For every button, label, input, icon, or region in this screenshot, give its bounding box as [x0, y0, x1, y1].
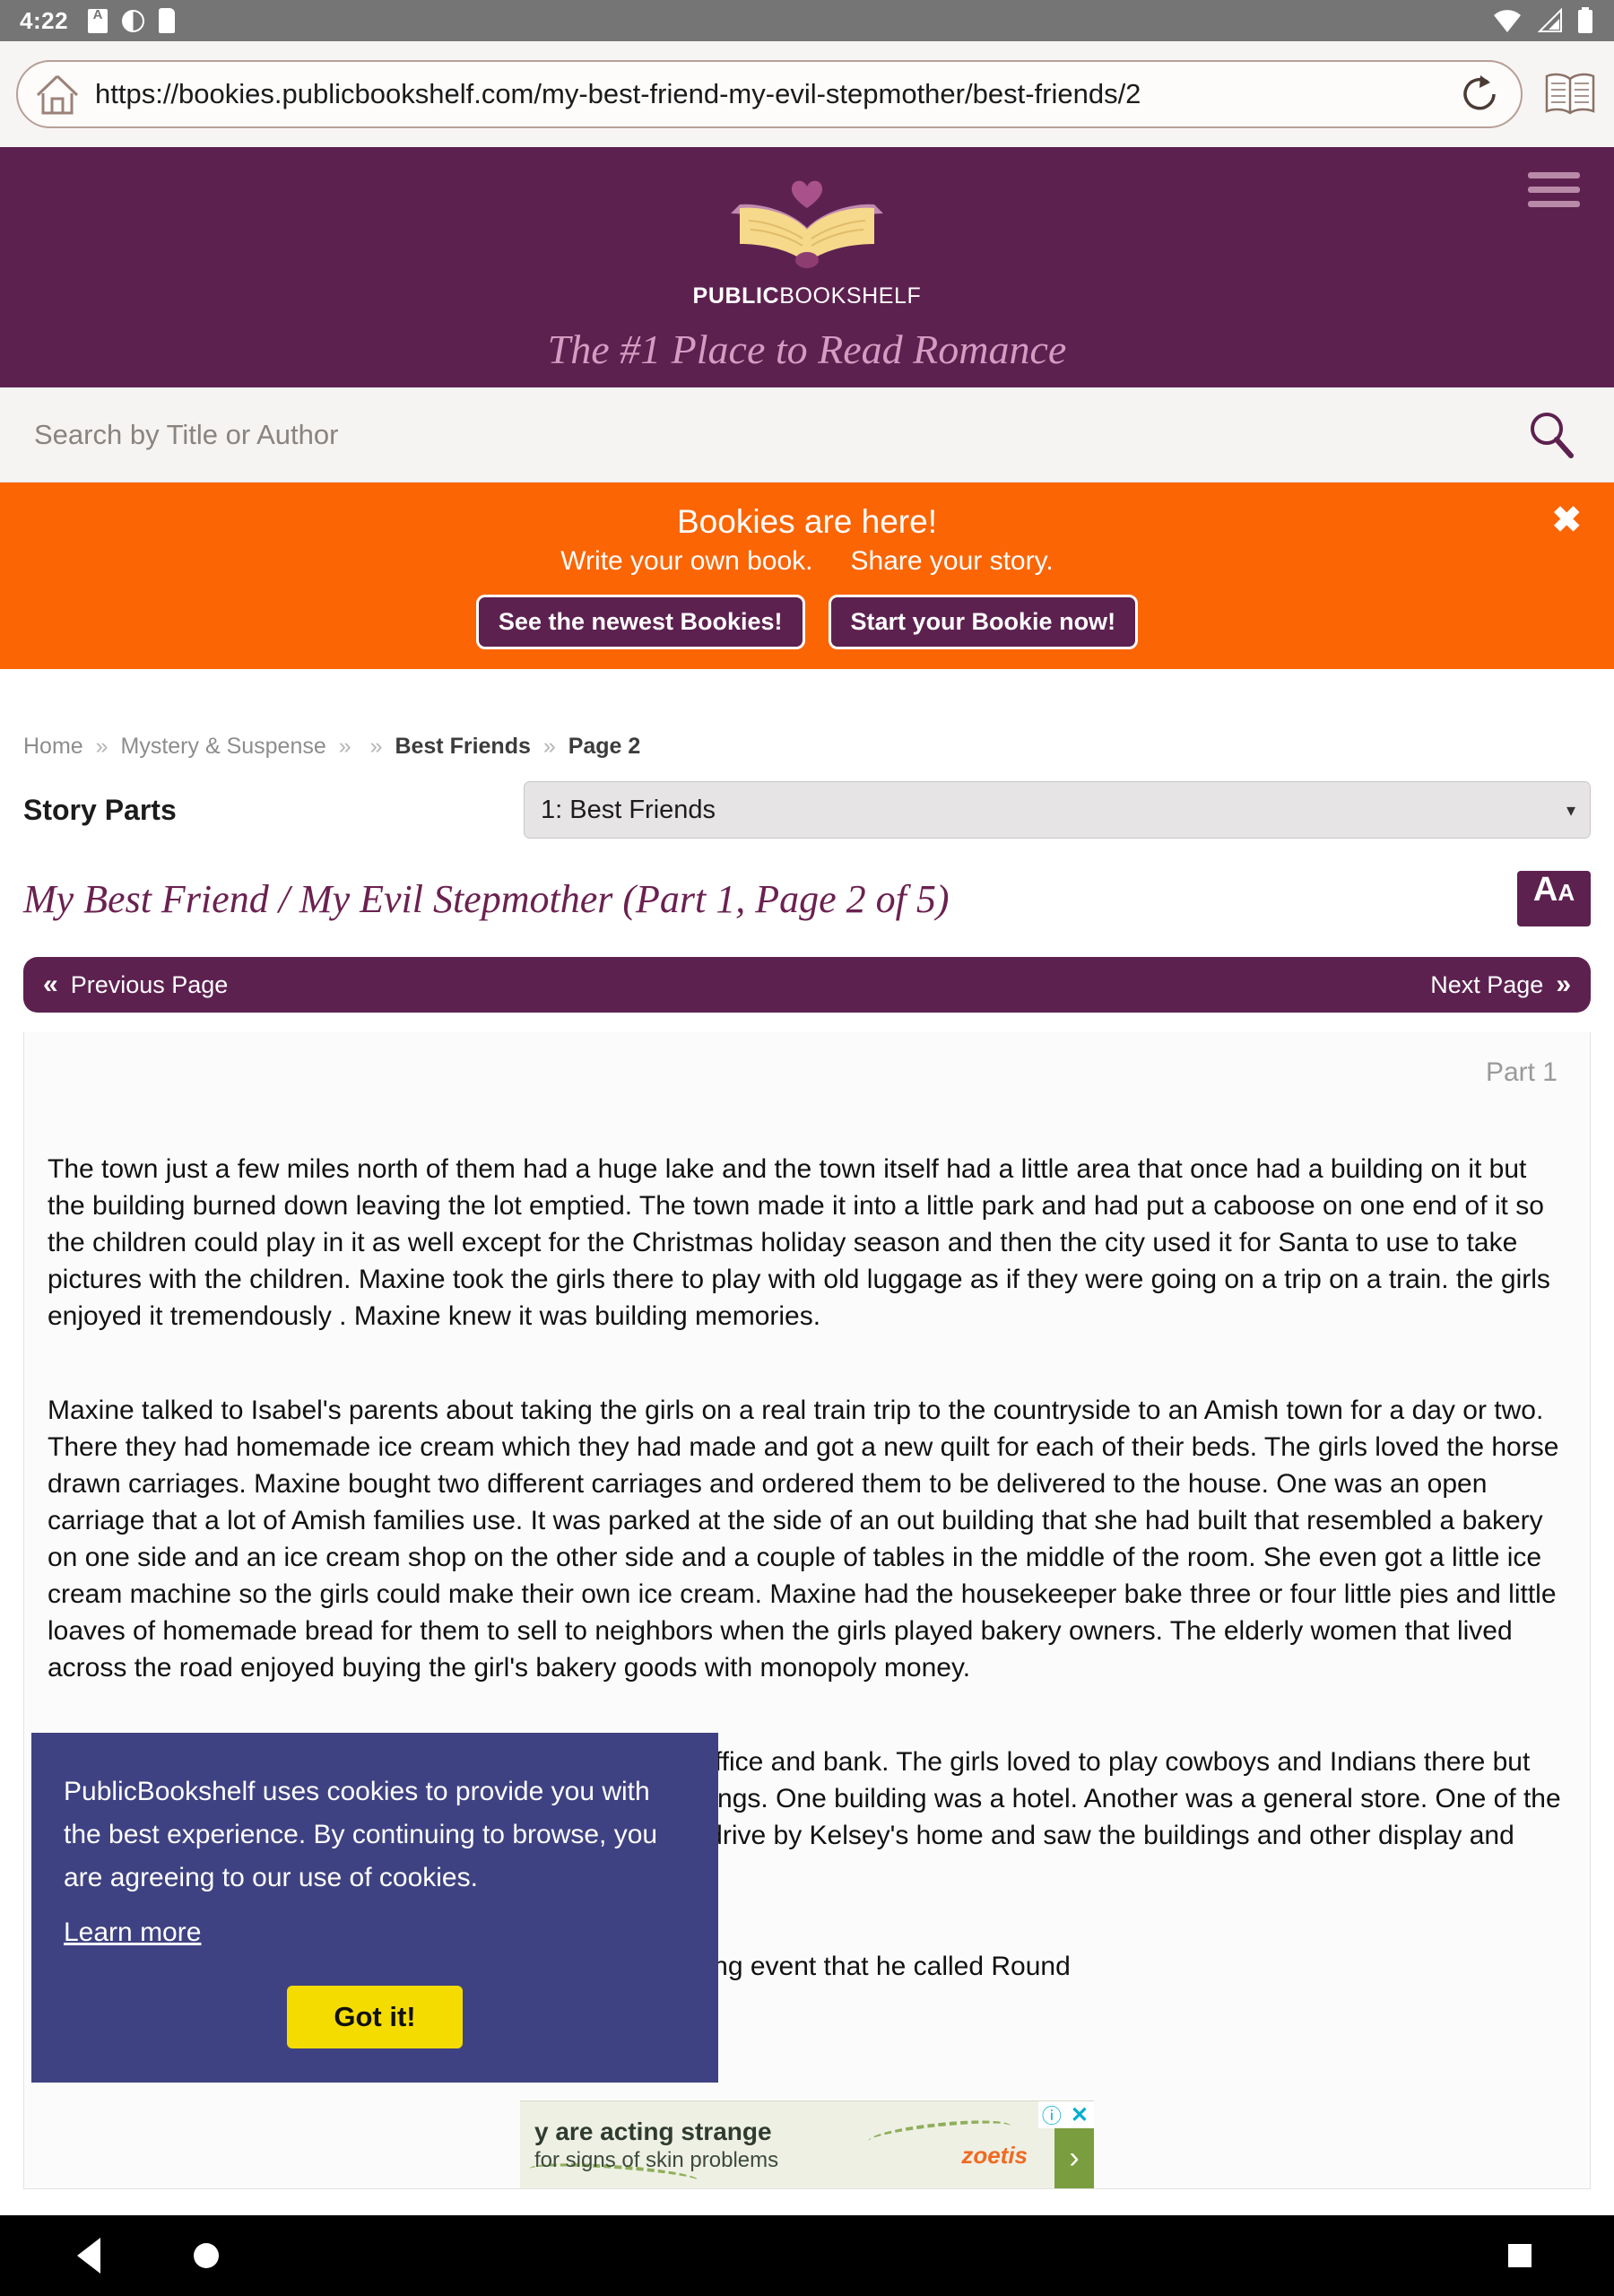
- ad-brand-logo: zoetis: [961, 2141, 1028, 2169]
- back-icon[interactable]: [77, 2238, 100, 2274]
- part-label: Part 1: [1485, 1057, 1558, 1087]
- chevron-right-double-icon: »: [1556, 970, 1571, 999]
- advertisement-banner[interactable]: y are acting strange for signs of skin p…: [520, 2100, 1094, 2188]
- next-page-label: Next Page: [1430, 970, 1544, 998]
- cookie-consent-text: PublicBookshelf uses cookies to provide …: [64, 1777, 658, 1892]
- cookie-accept-button[interactable]: Got it!: [287, 1986, 463, 2048]
- font-size-big-a: A: [1532, 871, 1558, 909]
- story-text-container: Part 1 The town just a few miles north o…: [23, 1032, 1591, 2189]
- page-navigation-bar: « Previous Page Next Page »: [23, 957, 1591, 1013]
- font-size-small-a: A: [1558, 879, 1575, 906]
- story-parts-label: Story Parts: [23, 793, 177, 826]
- story-paragraph: Maxine talked to Isabel's parents about …: [48, 1396, 1559, 1683]
- chevron-left-double-icon: «: [43, 970, 58, 999]
- page-content: Home » Mystery & Suspense » » Best Frien…: [0, 669, 1614, 2189]
- story-title-row: My Best Friend / My Evil Stepmother (Par…: [23, 871, 1591, 926]
- android-status-bar: 4:22 A: [0, 0, 1614, 41]
- previous-page-label: Previous Page: [70, 970, 229, 998]
- page-title: My Best Friend / My Evil Stepmother (Par…: [23, 876, 950, 921]
- story-parts-row: Story Parts 1: Best Friends ▾: [23, 781, 1591, 839]
- home-circle-icon[interactable]: [194, 2243, 219, 2268]
- home-icon[interactable]: [34, 72, 81, 117]
- url-bar[interactable]: https://bookies.publicbookshelf.com/my-b…: [16, 60, 1523, 128]
- ad-info-icon[interactable]: ⓘ: [1038, 2101, 1065, 2129]
- hamburger-menu-icon[interactable]: [1528, 172, 1580, 207]
- open-book-heart-logo-icon: [730, 180, 883, 268]
- promo-buttons: See the newest Bookies! Start your Booki…: [475, 594, 1139, 649]
- bookies-promo-banner: ✖ Bookies are here! Write your own book.…: [0, 483, 1614, 669]
- ad-body: y are acting strange for signs of skin p…: [520, 2115, 1094, 2173]
- breadcrumb-page: Page 2: [568, 734, 641, 759]
- site-tagline: The #1 Place to Read Romance: [547, 326, 1067, 372]
- open-book-icon[interactable]: [1542, 70, 1598, 118]
- breadcrumb-separator-icon: »: [95, 734, 108, 759]
- logo-wordmark: PUBLICBOOKSHELF: [693, 283, 922, 309]
- browser-toolbar: https://bookies.publicbookshelf.com/my-b…: [0, 41, 1614, 147]
- font-size-button[interactable]: AA: [1517, 871, 1591, 926]
- previous-page-button[interactable]: « Previous Page: [43, 970, 228, 1000]
- search-input[interactable]: [34, 418, 1523, 451]
- breadcrumb-separator-icon: »: [338, 734, 351, 759]
- start-your-bookie-button[interactable]: Start your Bookie now!: [828, 594, 1139, 649]
- promo-sub-right: Share your story.: [850, 545, 1054, 576]
- story-parts-selected-value: 1: Best Friends: [541, 795, 716, 824]
- search-icon[interactable]: [1523, 406, 1580, 464]
- breadcrumb-separator-icon: »: [542, 734, 556, 759]
- cookie-learn-more-link[interactable]: Learn more: [64, 1918, 201, 1948]
- breadcrumb-book[interactable]: Best Friends: [395, 734, 530, 759]
- wifi-icon: [1494, 10, 1521, 32]
- status-right-icons: [1492, 7, 1594, 34]
- chevron-down-icon: ▾: [1566, 800, 1575, 821]
- battery-icon: [1578, 7, 1592, 33]
- breadcrumb-separator-icon: »: [369, 734, 383, 759]
- story-parts-select[interactable]: 1: Best Friends ▾: [524, 781, 1591, 839]
- story-paragraph: The town just a few miles north of them …: [48, 1154, 1550, 1331]
- status-left-icons: A: [88, 8, 176, 33]
- ad-close-icon[interactable]: ✕: [1065, 2102, 1094, 2128]
- next-page-button[interactable]: Next Page »: [1430, 970, 1571, 1000]
- cellular-signal-icon: [1537, 8, 1562, 32]
- promo-title: Bookies are here!: [676, 502, 937, 540]
- see-newest-bookies-button[interactable]: See the newest Bookies!: [475, 594, 805, 649]
- status-clock: 4:22: [20, 6, 69, 34]
- breadcrumb-category[interactable]: Mystery & Suspense: [121, 734, 326, 759]
- search-bar: [0, 387, 1614, 483]
- promo-close-icon[interactable]: ✖: [1551, 502, 1582, 538]
- promo-subtitle: Write your own book. Share your story.: [560, 546, 1053, 577]
- logo-word-bookshelf: BOOKSHELF: [779, 283, 922, 309]
- reload-icon[interactable]: [1458, 72, 1503, 117]
- logo-word-public: PUBLIC: [692, 283, 780, 309]
- ad-next-arrow-icon[interactable]: ›: [1054, 2128, 1094, 2188]
- url-text[interactable]: https://bookies.publicbookshelf.com/my-b…: [95, 78, 1458, 110]
- font-size-indicator-icon: A: [88, 8, 108, 33]
- android-navigation-bar: [0, 2215, 1614, 2296]
- sdcard-icon: [159, 8, 176, 33]
- breadcrumb: Home » Mystery & Suspense » » Best Frien…: [23, 732, 1591, 767]
- recents-square-icon[interactable]: [1508, 2244, 1532, 2267]
- site-logo[interactable]: PUBLICBOOKSHELF: [693, 174, 922, 309]
- breadcrumb-home[interactable]: Home: [23, 734, 83, 759]
- cookie-consent-banner: PublicBookshelf uses cookies to provide …: [31, 1733, 718, 2083]
- site-header: PUBLICBOOKSHELF The #1 Place to Read Rom…: [0, 147, 1614, 387]
- promo-sub-left: Write your own book.: [560, 545, 813, 576]
- screen-rotation-icon: [122, 9, 145, 32]
- ad-controls: ⓘ ✕: [1037, 2101, 1094, 2129]
